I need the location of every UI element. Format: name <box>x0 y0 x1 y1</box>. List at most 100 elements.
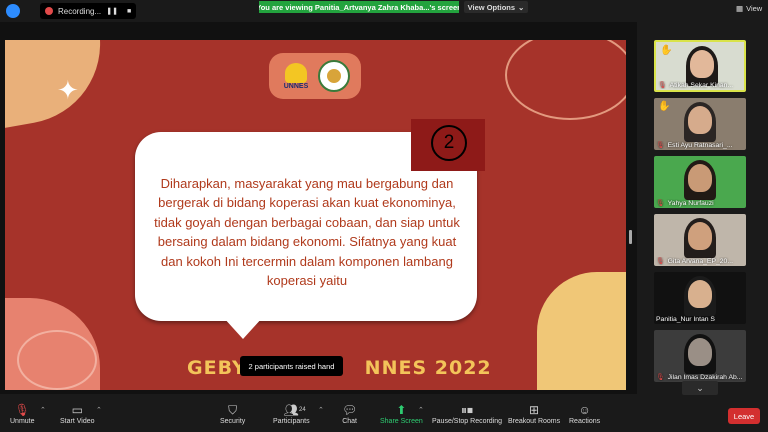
participant-video-face <box>688 164 712 192</box>
participant-video-face <box>688 106 712 134</box>
microphone-muted-icon: 🎙︎ <box>658 82 667 89</box>
panel-resize-handle[interactable] <box>629 230 632 244</box>
pause-recording-icon[interactable]: ❚❚ <box>106 7 118 15</box>
start-video-label: Start Video <box>60 418 95 425</box>
shield-icon: ⛉ <box>228 403 238 417</box>
recording-label: Recording... <box>58 6 102 16</box>
gallery-scroll-down-button[interactable]: ⌄ <box>682 381 718 395</box>
microphone-muted-icon: 🎙︎ <box>656 374 665 381</box>
pause-stop-icon: ⏸⏹ <box>461 403 474 417</box>
unmute-label: Unmute <box>10 418 35 425</box>
view-options-label: View Options <box>467 2 516 12</box>
participant-tile[interactable]: ✋ 🎙︎ Esti Ayu Ratnasari_... <box>654 98 746 150</box>
view-options-button[interactable]: View Options ⌄ <box>464 1 528 13</box>
sparkle-icon: ✦ <box>57 75 79 105</box>
unnes-logo-text: UNNES <box>283 82 309 90</box>
unnes-logo: UNNES <box>280 58 312 94</box>
security-button[interactable]: ⛉ Security <box>220 402 245 425</box>
recording-indicator: Recording... ❚❚ ■ <box>40 3 136 19</box>
participants-label: Participants <box>273 418 310 425</box>
participants-count: 24 <box>299 407 306 413</box>
security-label: Security <box>220 418 246 425</box>
share-screen-button[interactable]: ⬆ Share Screen <box>380 402 423 425</box>
microphone-muted-icon: 🎙︎ <box>14 403 30 417</box>
meeting-toolbar: 🎙︎ Unmute ⌃ ▭ Start Video ⌃ ⛉ Security 👥… <box>0 398 768 432</box>
participant-name-label: Panitia_Nur Intan S <box>656 316 744 323</box>
breakout-rooms-label: Breakout Rooms <box>508 418 561 425</box>
reactions-label: Reactions <box>569 418 601 425</box>
video-off-icon: ▭ <box>71 403 83 417</box>
shared-screen: ✦ UNNES Diharapkan, masyarakat yang mau … <box>0 22 637 394</box>
participant-video-face <box>688 338 712 366</box>
participant-name: Atikah Sekar Kinan... <box>669 81 734 89</box>
microphone-muted-icon: 🎙︎ <box>656 142 665 149</box>
audio-options-chevron-icon[interactable]: ⌃ <box>40 406 46 414</box>
leave-button[interactable]: Leave <box>728 408 760 424</box>
participant-tile[interactable]: 🎙︎ Jilan Imas Dzakirah Ab... <box>654 330 746 382</box>
decorative-blob <box>537 272 626 390</box>
participant-tile[interactable]: 🎙︎ Gita Arvana_EP_20... <box>654 214 746 266</box>
pause-stop-recording-button[interactable]: ⏸⏹ Pause/Stop Recording <box>432 402 502 425</box>
speech-bubble-tail <box>223 317 263 339</box>
stop-recording-icon[interactable]: ■ <box>123 8 135 15</box>
view-label: View <box>746 4 763 13</box>
raised-hands-tooltip: 2 participants raised hand <box>240 356 343 376</box>
raised-hand-icon: ✋ <box>658 101 671 112</box>
footer-title-right: NNES 2022 <box>364 357 492 379</box>
top-bar: Recording... ❚❚ ■ You are viewing Paniti… <box>0 0 768 22</box>
chevron-down-icon: ⌄ <box>518 2 525 12</box>
participant-name-label: 🎙︎ Atikah Sekar Kinan... <box>658 81 742 90</box>
participant-video-face <box>688 222 712 250</box>
chat-bubble-icon: 💬︎ <box>342 403 358 417</box>
start-video-button[interactable]: ▭ Start Video <box>60 402 95 425</box>
breakout-rooms-icon: ⊞ <box>529 403 540 417</box>
decorative-arc <box>505 40 626 120</box>
participant-name-label: 🎙︎ Yahya Nurfauzi <box>656 199 744 208</box>
pause-stop-recording-label: Pause/Stop Recording <box>432 418 503 425</box>
participant-tile[interactable]: ✋ 🎙︎ Atikah Sekar Kinan... <box>654 40 746 92</box>
participant-name: Yahya Nurfauzi <box>667 199 714 207</box>
slide-number-box: 2 <box>411 119 485 171</box>
participant-name: Panitia_Nur Intan S <box>656 316 715 323</box>
grid-icon: ▦ <box>736 4 744 13</box>
participants-chevron-icon[interactable]: ⌃ <box>318 406 324 414</box>
slide-body-text: Diharapkan, masyarakat yang mau bergabun… <box>154 176 460 289</box>
unmute-button[interactable]: 🎙︎ Unmute <box>10 402 35 425</box>
reactions-button[interactable]: ☺ Reactions <box>569 402 600 425</box>
people-icon: 👥︎ <box>283 403 299 417</box>
slide-logos: UNNES <box>269 53 361 99</box>
participant-video-face <box>690 50 714 78</box>
participant-name-label: 🎙︎ Esti Ayu Ratnasari_... <box>656 141 744 150</box>
view-button[interactable]: ▦ View <box>736 4 762 13</box>
zoom-logo-icon <box>6 4 20 18</box>
smiley-icon: ☺ <box>578 403 591 417</box>
participant-tile[interactable]: Panitia_Nur Intan S <box>654 272 746 324</box>
share-options-chevron-icon[interactable]: ⌃ <box>418 406 424 414</box>
participant-name: Jilan Imas Dzakirah Ab... <box>667 373 743 381</box>
participant-name-label: 🎙︎ Jilan Imas Dzakirah Ab... <box>656 373 744 382</box>
share-screen-icon: ⬆ <box>396 403 407 417</box>
breakout-rooms-button[interactable]: ⊞ Breakout Rooms <box>508 402 560 425</box>
microphone-muted-icon: 🎙︎ <box>656 258 665 265</box>
participant-video-face <box>688 280 712 308</box>
participant-name: Esti Ayu Ratnasari_... <box>667 141 733 149</box>
share-screen-label: Share Screen <box>380 418 423 425</box>
participant-name: Gita Arvana_EP_20... <box>667 257 734 265</box>
participant-tile[interactable]: 🎙︎ Yahya Nurfauzi <box>654 156 746 208</box>
participant-gallery: 🎙︎ Jilan Imas Dzakirah Ab... Panitia_Nur I… <box>646 40 761 395</box>
participants-button[interactable]: 👥︎ Participants <box>273 402 310 425</box>
participant-name-label: 🎙︎ Gita Arvana_EP_20... <box>656 257 744 266</box>
microphone-muted-icon: 🎙︎ <box>656 200 665 207</box>
slide-number: 2 <box>431 125 467 161</box>
seal-emblem-icon <box>327 69 341 83</box>
chat-button[interactable]: 💬︎ Chat <box>342 402 357 425</box>
record-dot-icon <box>45 7 53 15</box>
decorative-swirl <box>17 330 97 390</box>
viewing-screen-banner: You are viewing Panitia_Artvanya Zahra K… <box>259 1 459 13</box>
unnes-emblem-icon <box>285 62 307 83</box>
cooperative-seal-logo <box>318 60 350 92</box>
presentation-slide: ✦ UNNES Diharapkan, masyarakat yang mau … <box>5 40 626 390</box>
chat-label: Chat <box>342 418 358 425</box>
raised-hand-icon: ✋ <box>660 45 673 56</box>
video-options-chevron-icon[interactable]: ⌃ <box>96 406 102 414</box>
